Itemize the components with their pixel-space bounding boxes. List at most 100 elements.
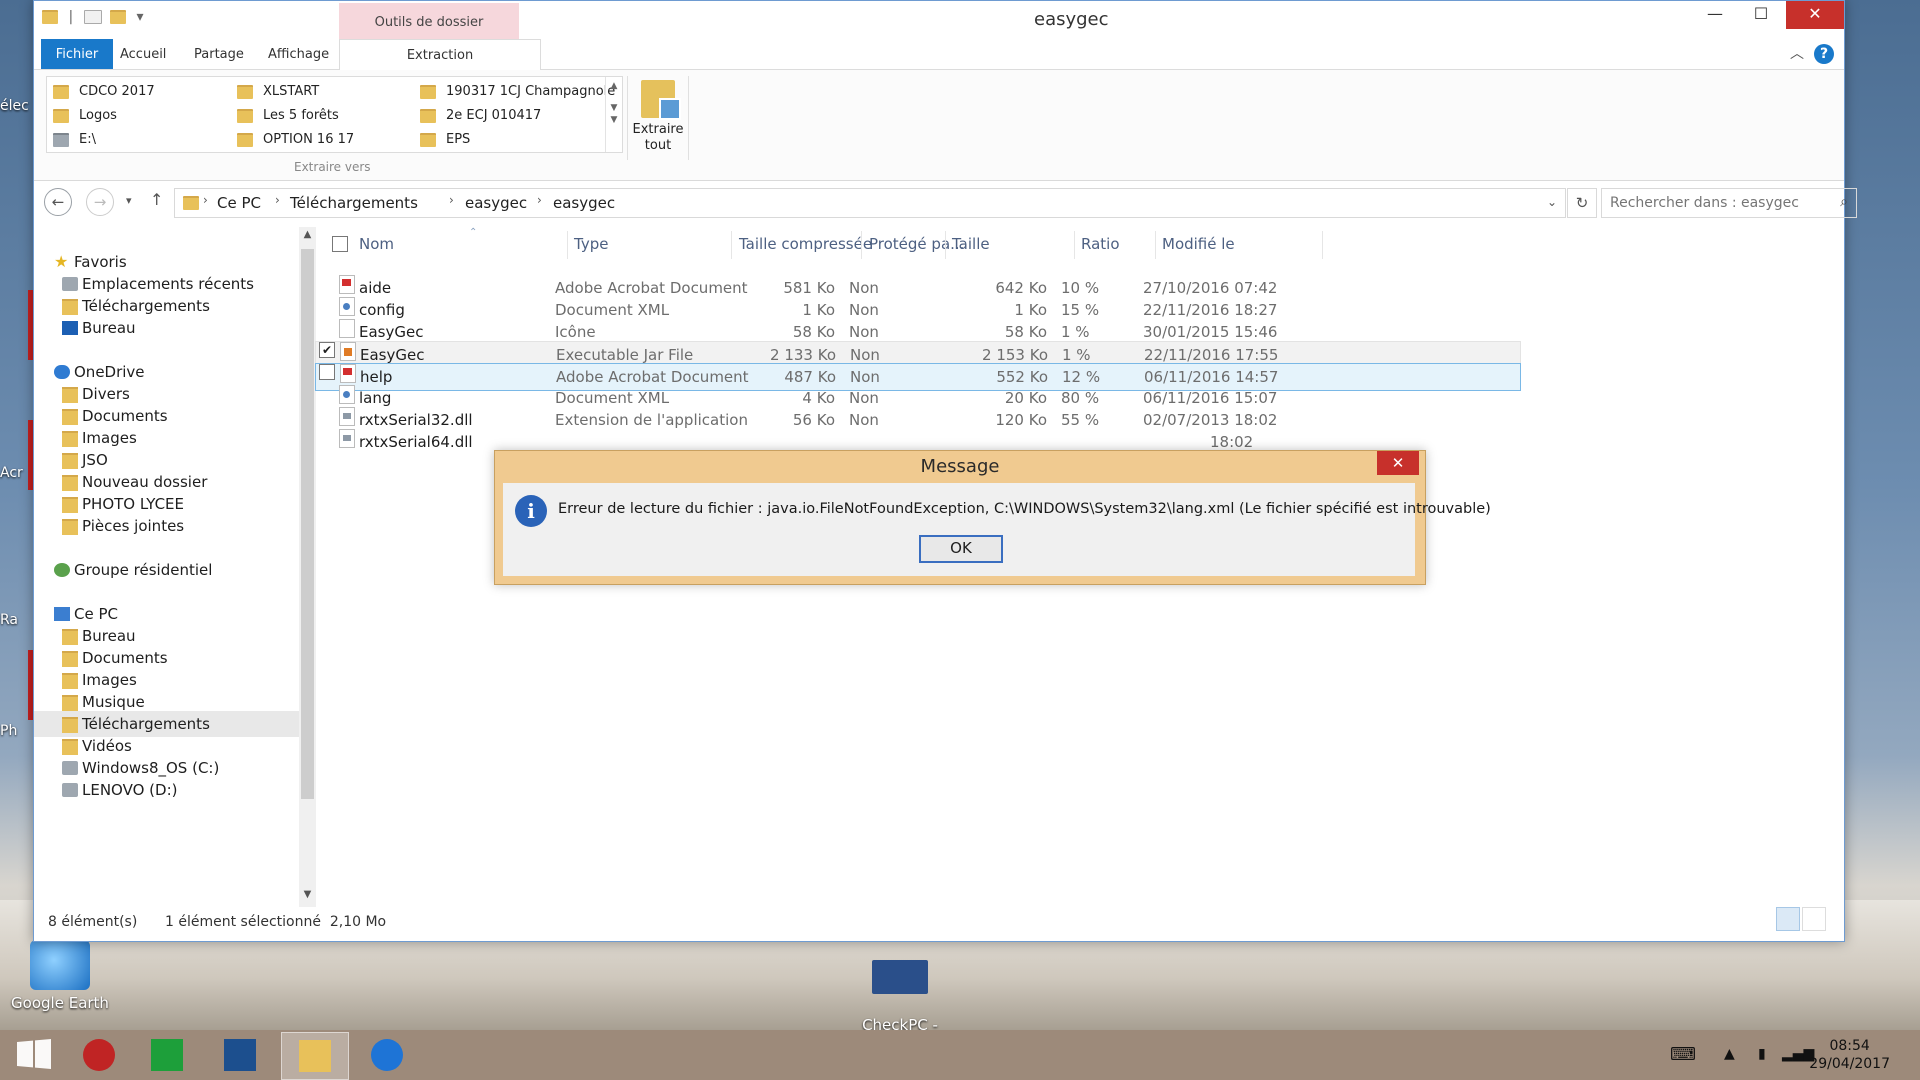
column-divider[interactable] [567, 231, 568, 259]
scroll-down-icon[interactable]: ▼ [299, 889, 316, 900]
folder-icon [420, 84, 436, 99]
breadcrumb-ce-pc[interactable]: Ce PC [217, 194, 261, 212]
maximize-button[interactable]: ☐ [1740, 1, 1782, 29]
column-header-modified[interactable]: Modifié le [1162, 235, 1235, 253]
column-divider[interactable] [1322, 231, 1323, 259]
close-button[interactable]: ✕ [1786, 1, 1844, 29]
dialog-close-button[interactable]: ✕ [1377, 451, 1419, 475]
column-divider[interactable] [945, 231, 946, 259]
tab-partage[interactable]: Partage [184, 39, 254, 69]
column-header-size[interactable]: Taille [952, 235, 990, 253]
folder-icon [62, 475, 78, 491]
message-dialog: Message ✕ i Erreur de lecture du fichier… [494, 450, 1491, 585]
chevron-down-icon[interactable]: ▾ [137, 9, 144, 25]
back-button[interactable]: ← [44, 188, 72, 216]
tray-expand-icon[interactable]: ▲ [1724, 1046, 1735, 1062]
column-divider[interactable] [861, 231, 862, 259]
search-box[interactable]: ⌕ [1601, 188, 1857, 218]
destinations-scrollbar[interactable]: ▲ ▼ ▼ [605, 77, 622, 152]
select-all-checkbox[interactable] [332, 236, 348, 252]
extract-all-label: Extraire tout [632, 122, 684, 153]
large-icons-view-button[interactable] [1802, 907, 1826, 931]
search-icon[interactable]: ⌕ [1840, 194, 1848, 210]
breadcrumb-downloads[interactable]: Téléchargements [290, 194, 418, 212]
ie-icon [371, 1039, 403, 1071]
ok-button[interactable]: OK [919, 535, 1003, 563]
crumb-separator-icon[interactable]: › [203, 193, 208, 207]
crumb-separator-icon[interactable]: › [537, 193, 542, 207]
taskbar-internet-explorer[interactable] [354, 1032, 420, 1078]
keyboard-icon[interactable]: ⌨ [1670, 1044, 1696, 1065]
chevron-down-icon[interactable]: ⌄ [1547, 195, 1557, 209]
destination-item[interactable]: 190317 1CJ Champagnole [420, 81, 615, 103]
scroll-down-icon[interactable]: ▼ [606, 103, 622, 113]
scroll-up-icon[interactable]: ▲ [606, 81, 622, 91]
help-icon[interactable]: ? [1814, 44, 1834, 64]
destination-item[interactable]: Logos [53, 105, 117, 127]
column-header-protected[interactable]: Protégé pa... [869, 235, 964, 253]
tab-accueil[interactable]: Accueil [110, 39, 176, 69]
breadcrumb-easygec[interactable]: easygec [465, 194, 527, 212]
expand-gallery-icon[interactable]: ▼ [606, 115, 622, 125]
column-header-type[interactable]: Type [574, 235, 608, 253]
destination-item[interactable]: 2e ECJ 010417 [420, 105, 541, 127]
forward-button[interactable]: → [86, 188, 114, 216]
refresh-button[interactable]: ↻ [1567, 188, 1597, 218]
recent-locations-icon[interactable]: ▾ [126, 194, 132, 207]
destination-item[interactable]: CDCO 2017 [53, 81, 155, 103]
address-bar[interactable]: › Ce PC › Téléchargements › easygec › ea… [174, 188, 1566, 218]
taskbar-store[interactable] [134, 1032, 200, 1078]
dialog-message: Erreur de lecture du fichier : java.io.F… [558, 501, 1491, 517]
desktop-label-fragment: Acr [0, 465, 23, 481]
details-view-button[interactable] [1776, 907, 1800, 931]
new-folder-icon[interactable] [110, 10, 127, 24]
battery-icon[interactable]: ▮ [1758, 1046, 1766, 1062]
scroll-up-icon[interactable]: ▲ [299, 229, 316, 240]
drive-icon [62, 761, 78, 775]
column-divider[interactable] [1155, 231, 1156, 259]
tab-affichage[interactable]: Affichage [258, 39, 339, 69]
google-earth-shortcut[interactable]: Google Earth [0, 940, 120, 1012]
cloud-icon [54, 365, 70, 379]
minimize-button[interactable]: — [1694, 1, 1736, 29]
clock[interactable]: 08:54 29/04/2017 [1809, 1037, 1890, 1073]
dll-file-icon [339, 429, 355, 448]
nav-item[interactable]: Bureau [34, 315, 299, 341]
column-header-name[interactable]: Nom [359, 235, 394, 253]
crumb-separator-icon[interactable]: › [275, 193, 280, 207]
scrollbar-thumb[interactable] [301, 249, 314, 799]
destination-item[interactable]: XLSTART [237, 81, 319, 103]
crumb-separator-icon[interactable]: › [449, 193, 454, 207]
column-header-compressed-size[interactable]: Taille compressée [739, 235, 872, 253]
column-header-ratio[interactable]: Ratio [1081, 235, 1120, 253]
destination-item[interactable]: E:\ [53, 129, 96, 151]
nav-item[interactable]: Groupe résidentiel [34, 557, 299, 583]
properties-icon[interactable] [83, 10, 102, 24]
taskbar: ⌨ ▲ ▮ ▂▄▆ 08:54 29/04/2017 [0, 1030, 1920, 1080]
search-input[interactable] [1602, 189, 1822, 217]
taskbar-app-1[interactable] [66, 1032, 132, 1078]
desktop-label-fragment: Ph [0, 723, 18, 739]
destination-item[interactable]: EPS [420, 129, 470, 151]
breadcrumb-easygec-current[interactable]: easygec [553, 194, 615, 212]
destination-item[interactable]: OPTION 16 17 [237, 129, 354, 151]
extract-all-button[interactable]: Extraire tout [627, 76, 689, 160]
column-divider[interactable] [731, 231, 732, 259]
clock-date: 29/04/2017 [1809, 1056, 1890, 1072]
destination-item[interactable]: Les 5 forêts [237, 105, 339, 127]
start-button[interactable] [0, 1032, 66, 1078]
taskbar-file-explorer[interactable] [281, 1032, 349, 1080]
collapse-ribbon-icon[interactable]: ︿ [1790, 43, 1804, 63]
tab-fichier[interactable]: Fichier [41, 39, 113, 69]
taskbar-app-3[interactable] [207, 1032, 273, 1078]
column-divider[interactable] [1074, 231, 1075, 259]
up-button[interactable]: ↑ [150, 190, 163, 209]
navigation-scrollbar[interactable]: ▲ ▼ [299, 227, 316, 907]
status-bar: 8 élément(s) 1 élément sélectionné 2,10 … [34, 907, 1844, 937]
tab-extraction[interactable]: Extraction [339, 39, 541, 71]
row-checkbox[interactable]: ✔ [319, 342, 335, 358]
folder-icon[interactable] [42, 10, 58, 24]
nav-item[interactable]: LENOVO (D:) [34, 777, 299, 803]
row-checkbox[interactable] [319, 364, 335, 380]
nav-item[interactable]: Pièces jointes [34, 513, 299, 539]
